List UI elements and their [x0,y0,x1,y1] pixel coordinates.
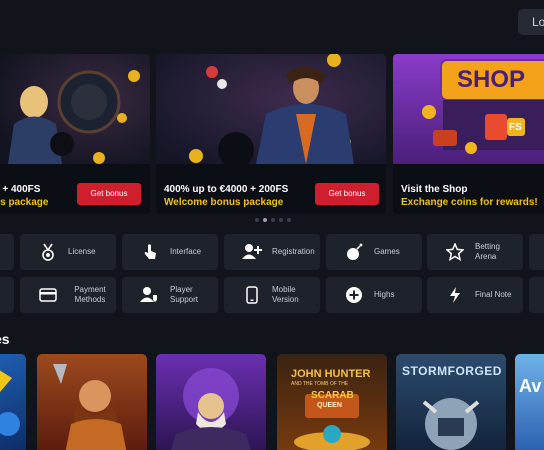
banner-2-subtitle: Welcome bonus package [164,197,284,208]
promo-banner-3[interactable]: SHOP FS Visit the Shop Exchange coins fo… [393,54,544,214]
chip-label: Registration [272,247,315,256]
banner-1-subtitle: us package [0,197,49,208]
game-4-title: JOHN HUNTER [291,368,371,380]
plus-circle-icon [344,285,364,305]
chip-label: License [68,247,96,256]
banner-3-shop-sign: SHOP [457,66,526,93]
login-button[interactable]: Lo [518,9,544,35]
game-4-tag: SCARAB [311,390,354,401]
chip-player-support[interactable]: Player Support [122,277,218,313]
game-4-tag-2: QUEEN [317,402,342,409]
carousel-dot[interactable] [271,218,275,222]
banner-1-art [0,54,150,164]
game-3-art [171,368,251,450]
game-1-art [0,370,20,436]
banner-2-title: 400% up to €4000 + 200FS [164,184,289,195]
chip-betting-arena[interactable]: Betting Arena [427,234,523,270]
chip-interface[interactable]: Interface [122,234,218,270]
carousel-dot[interactable] [279,218,283,222]
game-tile-5[interactable]: STORMFORGED [396,354,506,450]
chip-label: Betting Arena [475,242,500,261]
game-tile-2[interactable] [37,354,147,450]
bomb-icon [344,242,364,262]
carousel-dot[interactable] [255,218,259,222]
game-tile-3[interactable] [156,354,266,450]
pointer-hand-icon [140,242,160,262]
promo-banner-2[interactable]: 400% up to €4000 + 200FS Welcome bonus p… [156,54,386,214]
chip-final-note[interactable]: Final Note [427,277,523,313]
carousel-dots [255,218,291,222]
support-user-icon [140,285,160,305]
chip-partial-right-1[interactable] [529,234,544,270]
star-outline-icon [445,242,465,262]
chip-label: Payment Methods [74,285,106,304]
chip-highs[interactable]: Highs [326,277,422,313]
chip-games[interactable]: Games [326,234,422,270]
chip-label: Player Support [170,285,199,304]
banner-2-art [156,54,386,164]
phone-icon [242,285,262,305]
add-user-icon [242,242,262,262]
chip-mobile-version[interactable]: Mobile Version [224,277,320,313]
chip-label: Final Note [475,290,512,299]
medal-icon [38,242,58,262]
game-tile-1[interactable] [0,354,26,450]
chip-label: Mobile Version [272,285,299,304]
chip-label: Games [374,247,400,256]
banner-3-fs-badge: FS [509,122,522,133]
game-6-title: Av [519,376,542,396]
chip-label: Interface [170,247,202,256]
game-4-subtitle: AND THE TOMB OF THE [291,381,349,387]
chip-label: Highs [374,290,395,299]
section-title: es [0,331,10,347]
chip-payment-methods[interactable]: Payment Methods [20,277,116,313]
game-tile-4[interactable]: JOHN HUNTER AND THE TOMB OF THE SCARAB Q… [277,354,387,450]
carousel-dot[interactable] [287,218,291,222]
banner-1-title: 0 + 400FS [0,184,41,195]
banner-3-subtitle: Exchange coins for rewards! [401,197,538,208]
banner-1-get-bonus-button[interactable]: Get bonus [77,183,141,205]
banner-2-get-bonus-button[interactable]: Get bonus [315,183,379,205]
banner-3-title: Visit the Shop [401,184,468,195]
promo-banner-1[interactable]: 0 + 400FS us package Get bonus [0,54,150,214]
bolt-icon [445,285,465,305]
chip-partial-left-1[interactable] [0,234,14,270]
game-5-title: STORMFORGED [402,364,502,378]
chip-partial-right-2[interactable] [529,277,544,313]
game-tile-6[interactable]: Av [515,354,544,450]
chip-license[interactable]: License [20,234,116,270]
game-2-art [53,364,127,450]
chip-registration[interactable]: Registration [224,234,320,270]
chip-partial-left-2[interactable] [0,277,14,313]
card-icon [38,285,58,305]
carousel-dot-active[interactable] [263,218,267,222]
